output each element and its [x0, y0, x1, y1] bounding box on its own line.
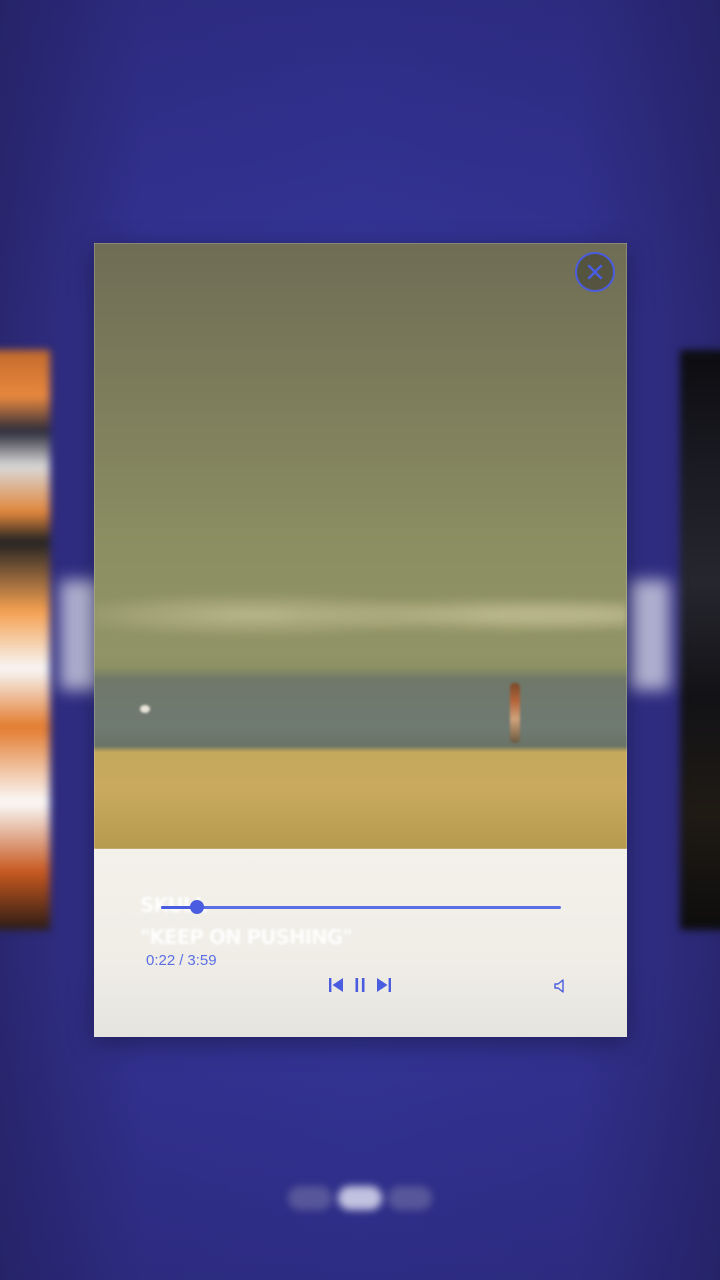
video-clouds: [94, 573, 627, 643]
video-player-card: SKULL "KEEP ON PUSHING" 0:22/3:59: [94, 243, 627, 1037]
total-time: 3:59: [187, 952, 217, 969]
skip-next-icon: [377, 978, 391, 992]
volume-button[interactable]: [551, 976, 571, 996]
video-frame[interactable]: [94, 243, 627, 849]
pause-icon: [355, 978, 365, 992]
close-icon: [587, 264, 603, 280]
video-buoy: [140, 705, 150, 713]
time-readout: 0:22/3:59: [146, 952, 217, 969]
progress-bar[interactable]: [161, 900, 561, 914]
time-separator: /: [179, 952, 184, 969]
next-button[interactable]: [375, 975, 393, 995]
watermark-line-2: "KEEP ON PUSHING": [140, 925, 353, 949]
transport-controls: [327, 975, 393, 995]
close-button[interactable]: [575, 252, 615, 292]
pause-button[interactable]: [351, 975, 369, 995]
skip-previous-icon: [329, 978, 343, 992]
right-glow: [630, 580, 670, 690]
player-controls: SKULL "KEEP ON PUSHING" 0:22/3:59: [94, 849, 627, 1037]
current-time: 0:22: [146, 952, 176, 969]
page-dot[interactable]: [388, 1186, 432, 1210]
video-person: [510, 683, 520, 743]
page-indicator: [280, 1184, 440, 1212]
watermark-line-1: SKULL: [140, 893, 207, 917]
previous-button[interactable]: [327, 975, 345, 995]
previous-card-preview[interactable]: [0, 350, 50, 930]
volume-icon: [554, 979, 564, 993]
next-card-preview[interactable]: [680, 350, 720, 930]
progress-thumb[interactable]: [190, 900, 204, 914]
page-dot[interactable]: [288, 1186, 332, 1210]
page-dot[interactable]: [338, 1186, 382, 1210]
video-watermark: SKULL "KEEP ON PUSHING": [140, 889, 353, 953]
